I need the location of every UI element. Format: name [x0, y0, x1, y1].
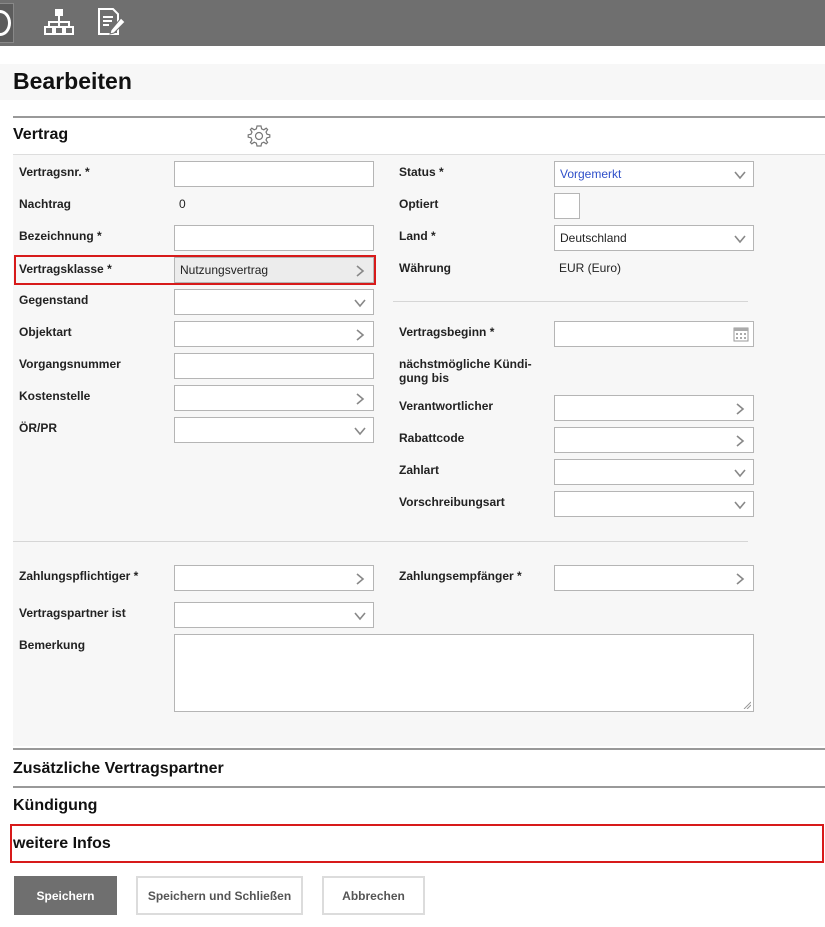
- bemerkung-textarea[interactable]: [174, 634, 754, 712]
- vertragsklasse-picker[interactable]: Nutzungsvertrag: [174, 257, 374, 283]
- kuendigung-bis-label-line1: nächstmögliche Kündi-: [399, 357, 532, 371]
- vertragsnr-input[interactable]: [174, 161, 374, 187]
- chevron-right-icon: [356, 265, 365, 277]
- objektart-label: Objektart: [19, 325, 72, 339]
- status-select[interactable]: Vorgemerkt: [554, 161, 754, 187]
- verantwortlicher-picker[interactable]: [554, 395, 754, 421]
- objektart-picker[interactable]: [174, 321, 374, 347]
- bezeichnung-label: Bezeichnung *: [19, 229, 102, 243]
- vertragsnr-label: Vertragsnr. *: [19, 165, 90, 179]
- settings-gear-icon[interactable]: [247, 124, 271, 148]
- vorschreibungsart-select[interactable]: [554, 491, 754, 517]
- nachtrag-label: Nachtrag: [19, 197, 72, 211]
- section-title-zusaetzliche-vertragspartner[interactable]: Zusätzliche Vertragspartner: [13, 760, 224, 778]
- optiert-label: Optiert: [399, 197, 439, 211]
- resize-grip-icon[interactable]: [743, 701, 751, 709]
- chevron-down-icon: [734, 171, 746, 180]
- vertragspartner-ist-label: Vertragspartner ist: [19, 606, 126, 620]
- verantwortlicher-label: Verantwortlicher: [399, 399, 494, 413]
- title-area: Bearbeiten: [0, 64, 825, 100]
- section-divider: [13, 786, 825, 788]
- form-divider: [13, 541, 748, 542]
- section-divider: [13, 748, 825, 750]
- weitere-infos-highlight: [10, 824, 824, 863]
- zahlart-label: Zahlart: [399, 463, 440, 477]
- bezeichnung-input[interactable]: [174, 225, 374, 251]
- chevron-right-icon: [736, 403, 745, 415]
- section-title-kuendigung[interactable]: Kündigung: [13, 797, 97, 815]
- chevron-right-icon: [736, 435, 745, 447]
- calendar-icon[interactable]: [733, 326, 749, 342]
- status-value: Vorgemerkt: [560, 167, 622, 181]
- chevron-down-icon: [734, 501, 746, 510]
- zahlungspflichtiger-picker[interactable]: [174, 565, 374, 591]
- chevron-right-icon: [356, 573, 365, 585]
- vorgangsnummer-label: Vorgangsnummer: [19, 357, 121, 371]
- chevron-down-icon: [354, 299, 366, 308]
- cancel-button[interactable]: Abbrechen: [322, 876, 425, 915]
- vertragsbeginn-date-input[interactable]: [554, 321, 754, 347]
- vorgangsnummer-input[interactable]: [174, 353, 374, 379]
- save-button[interactable]: Speichern: [14, 876, 117, 915]
- section-divider: [13, 116, 825, 118]
- land-label: Land *: [399, 229, 436, 243]
- edit-document-icon[interactable]: [95, 6, 127, 38]
- nachtrag-value: 0: [179, 197, 186, 211]
- vertragsklasse-label: Vertragsklasse *: [19, 262, 112, 276]
- zahlungsempfaenger-picker[interactable]: [554, 565, 754, 591]
- column-divider: [393, 301, 748, 302]
- waehrung-value: EUR (Euro): [559, 261, 622, 275]
- section-title-weitere-infos[interactable]: weitere Infos: [13, 835, 111, 853]
- oerpr-select[interactable]: [174, 417, 374, 443]
- chevron-right-icon: [356, 393, 365, 405]
- chevron-right-icon: [736, 573, 745, 585]
- zahlart-select[interactable]: [554, 459, 754, 485]
- top-toolbar: [0, 0, 825, 46]
- land-value: Deutschland: [560, 231, 627, 245]
- optiert-checkbox[interactable]: [554, 193, 580, 219]
- vertragsklasse-value: Nutzungsvertrag: [180, 263, 269, 277]
- rabattcode-label: Rabattcode: [399, 431, 465, 445]
- oerpr-label: ÖR/PR: [19, 421, 58, 435]
- save-and-close-button[interactable]: Speichern und Schließen: [136, 876, 303, 915]
- kostenstelle-picker[interactable]: [174, 385, 374, 411]
- land-select[interactable]: Deutschland: [554, 225, 754, 251]
- rabattcode-picker[interactable]: [554, 427, 754, 453]
- chevron-right-icon: [356, 329, 365, 341]
- gegenstand-label: Gegenstand: [19, 293, 89, 307]
- section-title-vertrag[interactable]: Vertrag: [13, 126, 68, 144]
- power-icon[interactable]: [0, 3, 14, 43]
- chevron-down-icon: [354, 427, 366, 436]
- org-chart-icon[interactable]: [43, 6, 75, 38]
- chevron-down-icon: [734, 235, 746, 244]
- status-label: Status *: [399, 165, 444, 179]
- vertragspartner-ist-select[interactable]: [174, 602, 374, 628]
- vorschreibungsart-label: Vorschreibungsart: [399, 495, 505, 509]
- chevron-down-icon: [354, 612, 366, 621]
- zahlungsempfaenger-label: Zahlungsempfänger *: [399, 569, 522, 583]
- waehrung-label: Währung: [399, 261, 451, 275]
- chevron-down-icon: [734, 469, 746, 478]
- page-title: Bearbeiten: [13, 68, 132, 94]
- kostenstelle-label: Kostenstelle: [19, 389, 91, 403]
- kuendigung-bis-label-line2: gung bis: [399, 371, 449, 385]
- vertragsbeginn-label: Vertragsbeginn *: [399, 325, 495, 339]
- bemerkung-label: Bemerkung: [19, 638, 86, 652]
- zahlungspflichtiger-label: Zahlungspflichtiger *: [19, 569, 139, 583]
- gegenstand-select[interactable]: [174, 289, 374, 315]
